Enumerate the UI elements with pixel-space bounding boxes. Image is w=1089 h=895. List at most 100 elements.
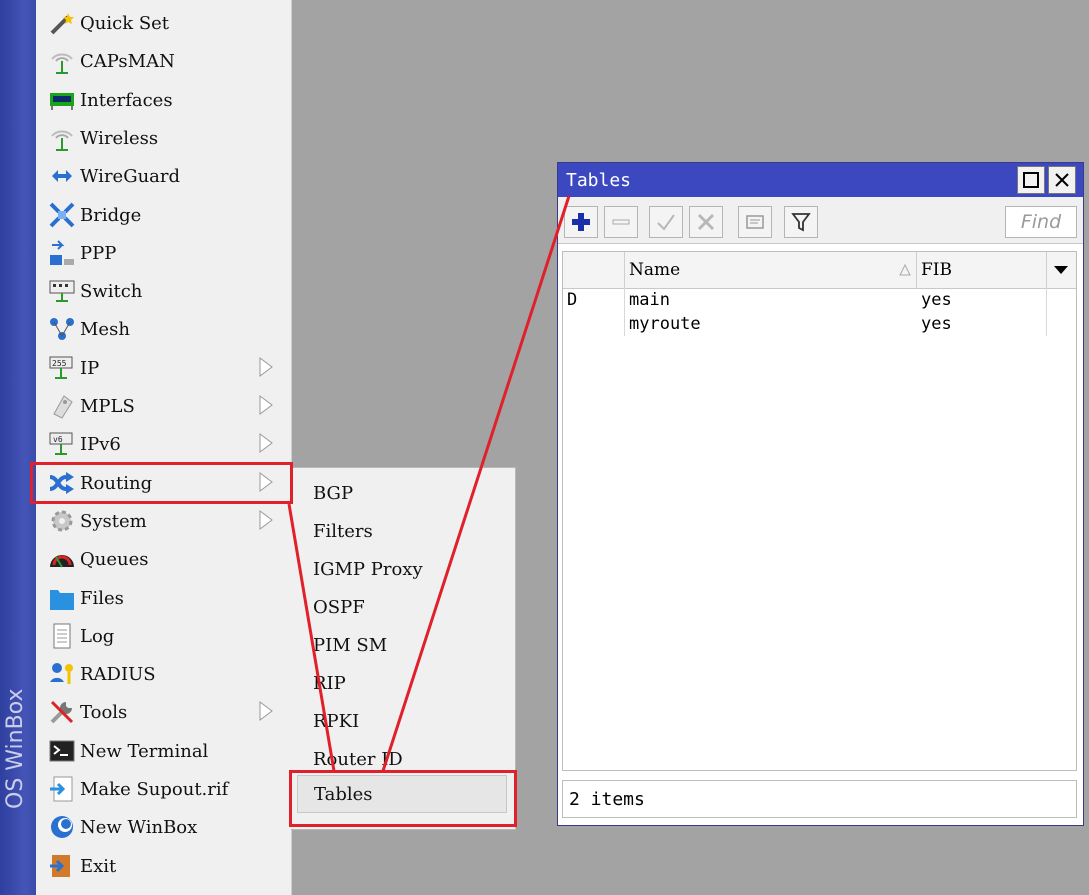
- double-arrow-icon: [46, 161, 78, 191]
- submenu-item-rpki[interactable]: RPKI: [291, 702, 515, 740]
- winbox-icon: [46, 812, 78, 842]
- svg-text:255: 255: [52, 359, 67, 368]
- disable-button[interactable]: [689, 206, 723, 238]
- tables-grid: Name FIB D main yes myroute yes: [562, 251, 1077, 771]
- cross-icon: [697, 213, 715, 231]
- submenu-item-igmp-proxy[interactable]: IGMP Proxy: [291, 550, 515, 588]
- menu-item-label: Tools: [80, 701, 128, 723]
- antenna-icon: [46, 46, 78, 76]
- window-title: Tables: [566, 169, 632, 191]
- menu-item-mpls[interactable]: MPLS: [36, 387, 291, 425]
- switch-icon: [46, 276, 78, 306]
- menu-item-queues[interactable]: Queues: [36, 540, 291, 578]
- menu-item-ipv6[interactable]: v6 IPv6: [36, 425, 291, 463]
- plus-icon: [572, 213, 590, 231]
- menu-item-label: Exit: [80, 855, 117, 877]
- submenu-arrow-icon: [259, 701, 273, 721]
- column-flags[interactable]: [563, 252, 625, 288]
- column-fib[interactable]: FIB: [917, 252, 1047, 288]
- menu-item-label: New Terminal: [80, 740, 209, 762]
- menu-item-quick-set[interactable]: Quick Set: [36, 4, 291, 42]
- bridge-icon: [46, 200, 78, 230]
- menu-item-label: RADIUS: [80, 663, 156, 685]
- column-chooser[interactable]: [1047, 252, 1076, 288]
- menu-item-capsman[interactable]: CAPsMAN: [36, 42, 291, 80]
- submenu-item-filters[interactable]: Filters: [291, 512, 515, 550]
- row-name: myroute: [629, 314, 701, 334]
- submenu-item-tables[interactable]: Tables: [297, 775, 507, 813]
- menu-item-label: CAPsMAN: [80, 50, 175, 72]
- table-row[interactable]: myroute yes: [563, 312, 1076, 336]
- ip-icon: 255: [46, 353, 78, 383]
- sort-ascending-icon: [899, 263, 911, 276]
- menu-item-mesh[interactable]: Mesh: [36, 310, 291, 348]
- winbox-vertical-title: OS WinBox: [3, 689, 28, 810]
- submenu-item-router-id[interactable]: Router ID: [291, 740, 515, 778]
- submenu-item-rip[interactable]: RIP: [291, 664, 515, 702]
- menu-item-exit[interactable]: Exit: [36, 847, 291, 885]
- submenu-arrow-icon: [259, 357, 273, 377]
- queues-icon: [46, 544, 78, 574]
- menu-item-routing[interactable]: Routing: [36, 464, 291, 502]
- submenu-arrow-icon: [259, 472, 273, 492]
- maximize-button[interactable]: [1017, 166, 1045, 194]
- menu-item-make-supout-rif[interactable]: Make Supout.rif: [36, 770, 291, 808]
- wand-icon: [46, 8, 78, 38]
- menu-item-label: IP: [80, 357, 100, 379]
- menu-item-new-winbox[interactable]: New WinBox: [36, 808, 291, 846]
- routing-icon: [46, 468, 78, 498]
- enable-button[interactable]: [649, 206, 683, 238]
- menu-item-log[interactable]: Log: [36, 617, 291, 655]
- window-titlebar[interactable]: Tables: [558, 163, 1083, 197]
- menu-item-switch[interactable]: Switch: [36, 272, 291, 310]
- comment-button[interactable]: [738, 206, 772, 238]
- menu-item-files[interactable]: Files: [36, 579, 291, 617]
- table-row[interactable]: D main yes: [563, 288, 1076, 312]
- menu-item-system[interactable]: System: [36, 502, 291, 540]
- menu-item-label: Interfaces: [80, 89, 173, 111]
- menu-item-label: IPv6: [80, 433, 121, 455]
- menu-item-wireless[interactable]: Wireless: [36, 119, 291, 157]
- submenu-item-pim-sm[interactable]: PIM SM: [291, 626, 515, 664]
- menu-item-interfaces[interactable]: Interfaces: [36, 81, 291, 119]
- check-icon: [657, 214, 675, 231]
- menu-item-bridge[interactable]: Bridge: [36, 196, 291, 234]
- menu-item-label: Routing: [80, 472, 153, 494]
- remove-button[interactable]: [604, 206, 638, 238]
- menu-item-label: Quick Set: [80, 12, 170, 34]
- menu-item-tools[interactable]: Tools: [36, 693, 291, 731]
- menu-item-ip[interactable]: 255 IP: [36, 349, 291, 387]
- filter-button[interactable]: [784, 206, 818, 238]
- tables-window: Tables Find Name FIB D main yes myroute …: [557, 162, 1084, 826]
- folder-icon: [46, 583, 78, 613]
- chevron-down-icon: [1054, 266, 1068, 274]
- routing-submenu: BGP Filters IGMP Proxy OSPF PIM SM RIP RPKI Rou…: [291, 467, 516, 830]
- close-button[interactable]: [1048, 166, 1076, 194]
- mesh-icon: [46, 314, 78, 344]
- row-flag: D: [563, 288, 625, 312]
- exit-icon: [46, 851, 78, 881]
- menu-item-label: System: [80, 510, 147, 532]
- add-button[interactable]: [564, 206, 598, 238]
- ipv6-icon: v6: [46, 429, 78, 459]
- menu-item-radius[interactable]: RADIUS: [36, 655, 291, 693]
- winbox-sidebar-bar: OS WinBox: [0, 0, 36, 895]
- menu-item-ppp[interactable]: PPP: [36, 234, 291, 272]
- find-input[interactable]: Find: [1005, 206, 1077, 238]
- menu-item-label: Files: [80, 587, 124, 609]
- minus-icon: [612, 219, 630, 225]
- mpls-icon: [46, 391, 78, 421]
- maximize-icon: [1023, 172, 1039, 188]
- svg-text:v6: v6: [53, 435, 63, 444]
- tools-icon: [46, 697, 78, 727]
- column-name[interactable]: Name: [625, 252, 917, 288]
- row-flag: [563, 312, 625, 336]
- menu-item-label: Switch: [80, 280, 143, 302]
- menu-item-new-terminal[interactable]: New Terminal: [36, 732, 291, 770]
- menu-item-wireguard[interactable]: WireGuard: [36, 157, 291, 195]
- submenu-item-bgp[interactable]: BGP: [291, 474, 515, 512]
- main-menu: Quick Set CAPsMAN Interfaces Wireless WireGu…: [36, 0, 292, 895]
- menu-item-label: New WinBox: [80, 816, 198, 838]
- submenu-item-ospf[interactable]: OSPF: [291, 588, 515, 626]
- menu-item-label: Log: [80, 625, 115, 647]
